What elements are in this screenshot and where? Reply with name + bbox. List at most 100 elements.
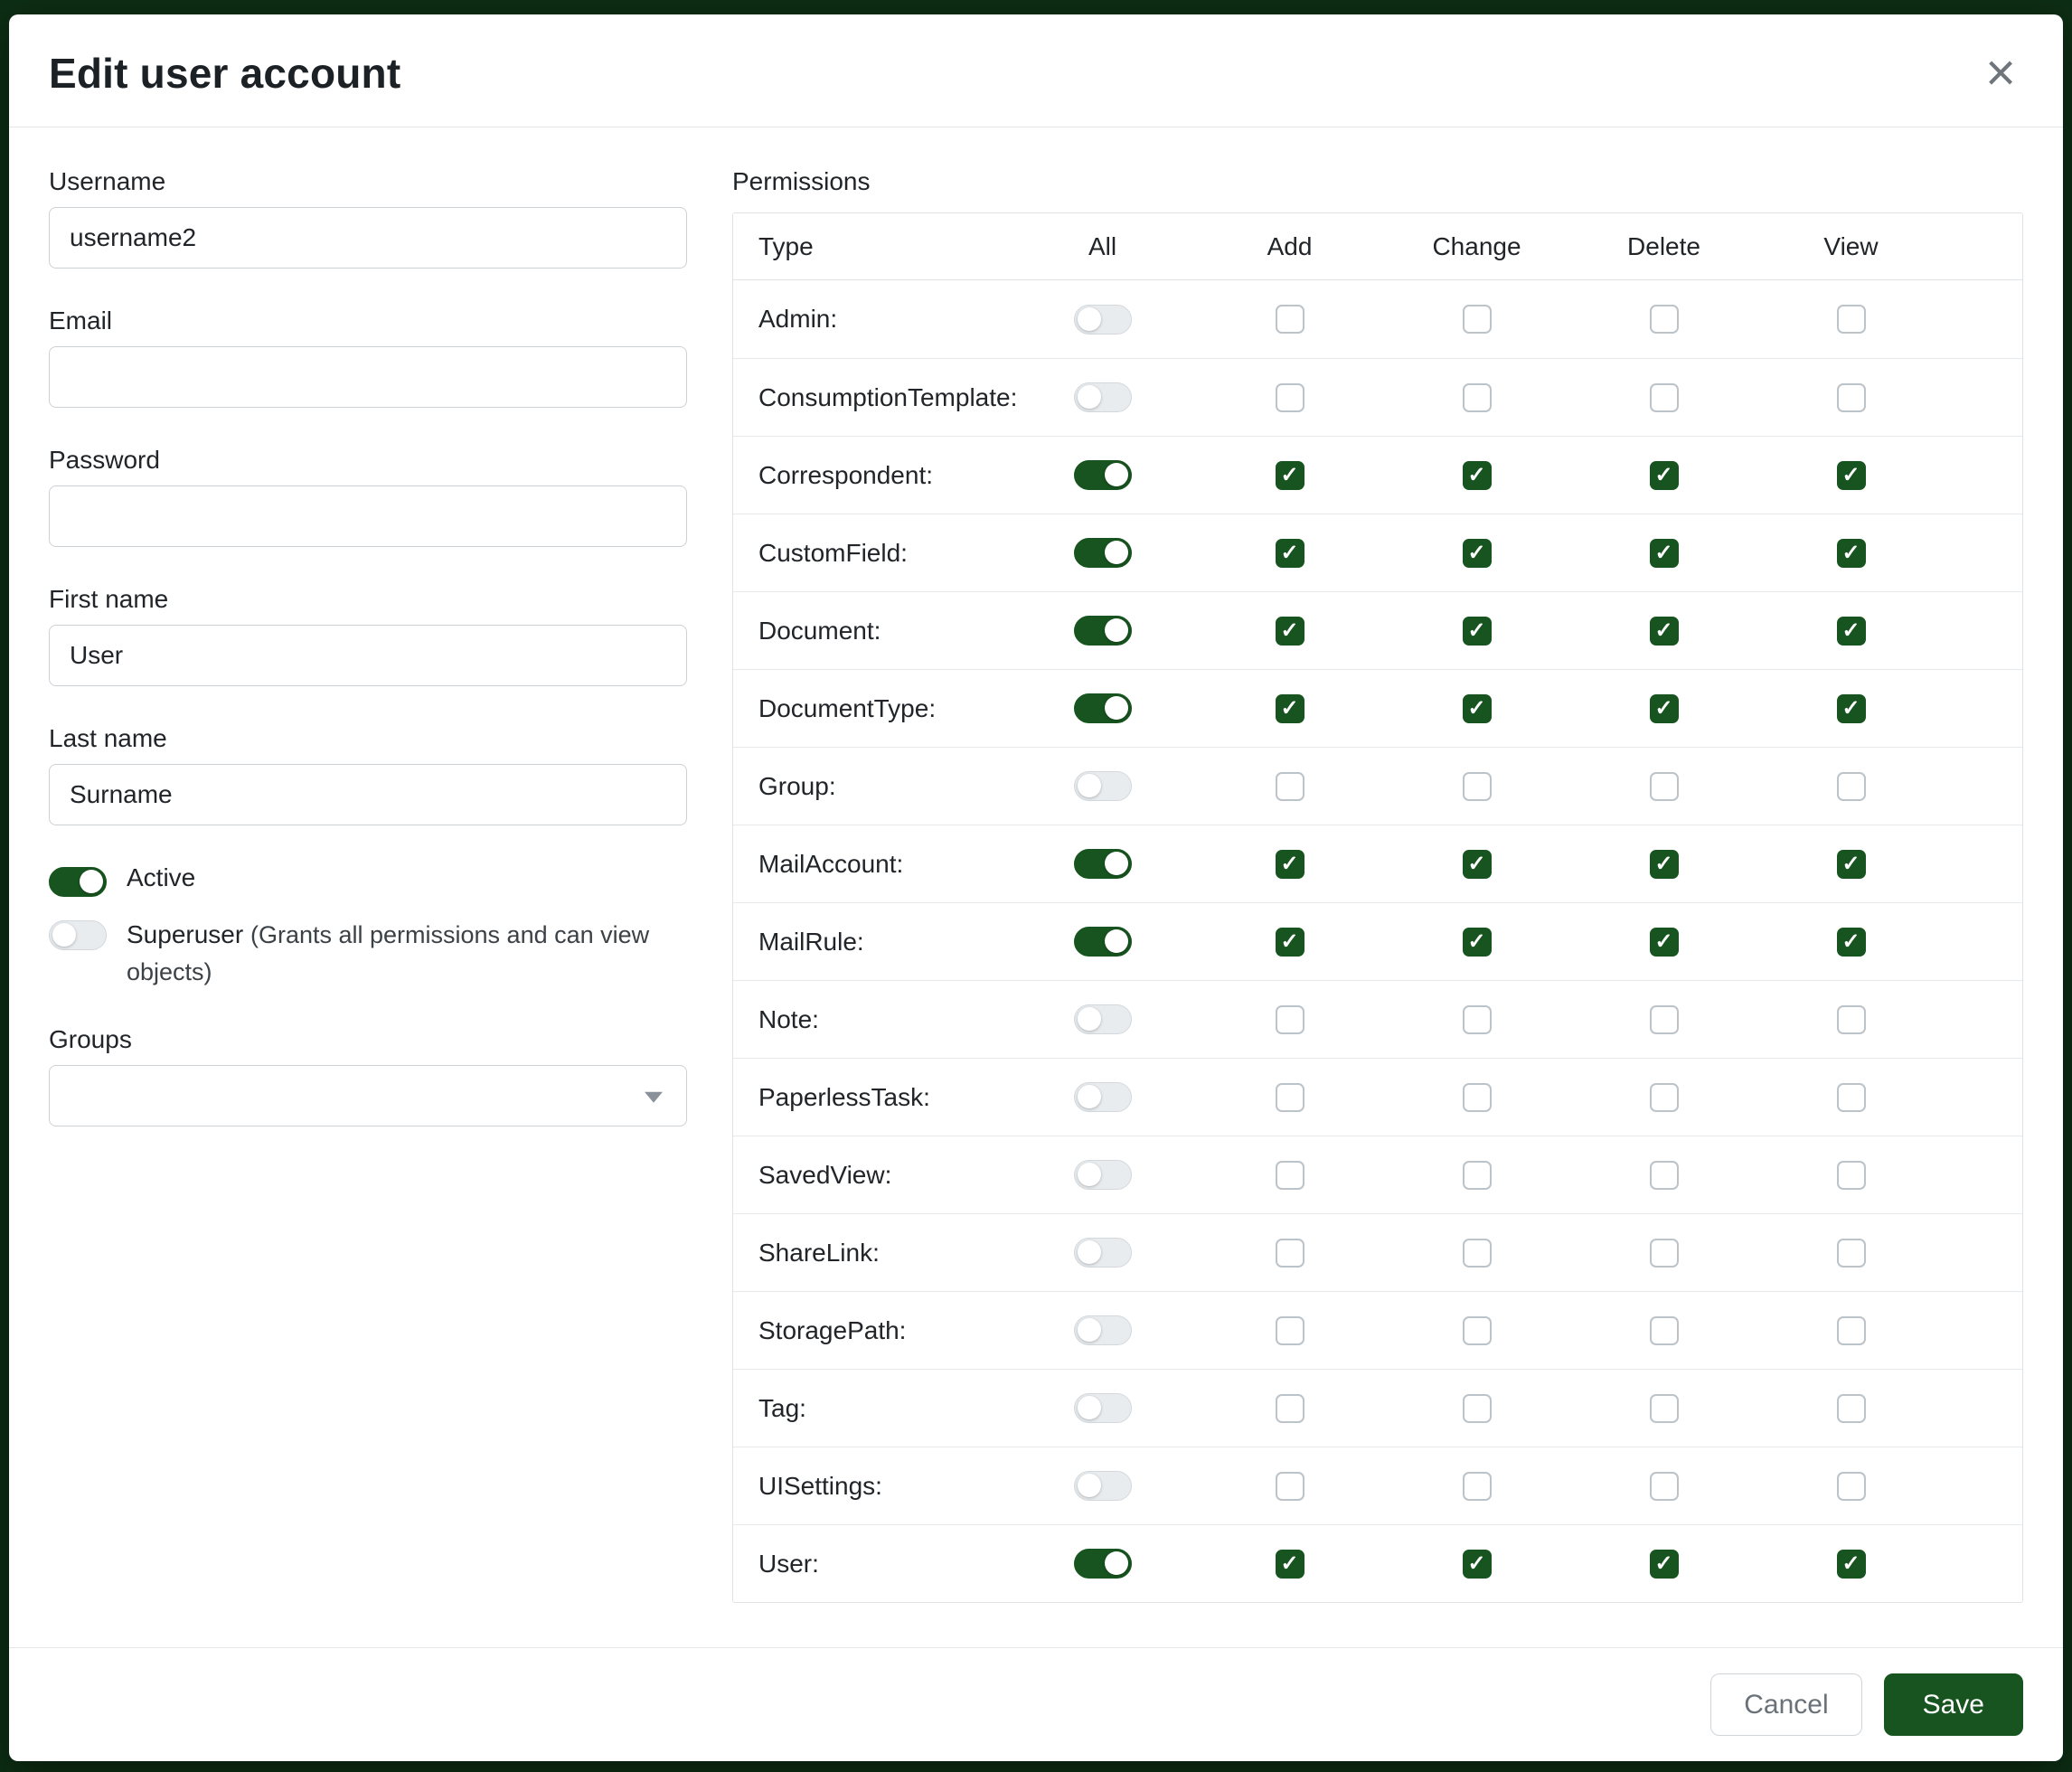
permission-all-toggle[interactable]: [1074, 1315, 1132, 1345]
permission-all-toggle[interactable]: [1074, 1238, 1132, 1268]
permission-change-checkbox[interactable]: [1463, 1005, 1492, 1034]
save-button[interactable]: Save: [1884, 1673, 2023, 1736]
permission-view-checkbox[interactable]: [1837, 1083, 1866, 1112]
permission-add-checkbox[interactable]: [1276, 1394, 1304, 1423]
permissions-section: Permissions Type All Add Change Delete V…: [732, 167, 2023, 1603]
permission-delete-checkbox[interactable]: [1650, 1550, 1679, 1579]
permission-add-checkbox[interactable]: [1276, 928, 1304, 957]
permission-all-toggle[interactable]: [1074, 1471, 1132, 1501]
permission-add-checkbox[interactable]: [1276, 1005, 1304, 1034]
permission-delete-checkbox[interactable]: [1650, 383, 1679, 412]
permission-delete-checkbox[interactable]: [1650, 1239, 1679, 1268]
permission-change-checkbox[interactable]: [1463, 1316, 1492, 1345]
username-input[interactable]: [49, 207, 687, 269]
permission-view-checkbox[interactable]: [1837, 1005, 1866, 1034]
permission-delete-checkbox[interactable]: [1650, 1394, 1679, 1423]
permission-add-checkbox[interactable]: [1276, 539, 1304, 568]
permission-change-checkbox[interactable]: [1463, 928, 1492, 957]
cancel-button[interactable]: Cancel: [1710, 1673, 1861, 1736]
permission-add-checkbox[interactable]: [1276, 694, 1304, 723]
permission-all-toggle[interactable]: [1074, 1160, 1132, 1190]
permission-add-checkbox[interactable]: [1276, 1083, 1304, 1112]
permission-view-checkbox[interactable]: [1837, 383, 1866, 412]
permission-delete-checkbox[interactable]: [1650, 617, 1679, 646]
permission-view-checkbox[interactable]: [1837, 1550, 1866, 1579]
permission-change-checkbox[interactable]: [1463, 383, 1492, 412]
permission-view-checkbox[interactable]: [1837, 1316, 1866, 1345]
permission-view-checkbox[interactable]: [1837, 1472, 1866, 1501]
permission-all-toggle[interactable]: [1074, 1549, 1132, 1579]
close-icon[interactable]: ×: [1978, 49, 2023, 98]
permission-view-checkbox[interactable]: [1837, 1239, 1866, 1268]
permission-type-label: ShareLink:: [733, 1239, 1009, 1268]
email-input[interactable]: [49, 346, 687, 408]
permission-change-checkbox[interactable]: [1463, 850, 1492, 879]
permission-delete-checkbox[interactable]: [1650, 772, 1679, 801]
active-label: Active: [127, 863, 195, 892]
permission-delete-checkbox[interactable]: [1650, 1472, 1679, 1501]
permission-add-checkbox[interactable]: [1276, 1239, 1304, 1268]
permission-change-checkbox[interactable]: [1463, 694, 1492, 723]
permission-change-checkbox[interactable]: [1463, 1239, 1492, 1268]
permission-delete-checkbox[interactable]: [1650, 539, 1679, 568]
permission-delete-checkbox[interactable]: [1650, 1161, 1679, 1190]
permission-all-toggle[interactable]: [1074, 1004, 1132, 1034]
permission-all-toggle[interactable]: [1074, 616, 1132, 646]
permission-add-checkbox[interactable]: [1276, 305, 1304, 334]
permission-delete-checkbox[interactable]: [1650, 305, 1679, 334]
permission-change-checkbox[interactable]: [1463, 1161, 1492, 1190]
permission-view-checkbox[interactable]: [1837, 772, 1866, 801]
permission-change-checkbox[interactable]: [1463, 539, 1492, 568]
permission-change-checkbox[interactable]: [1463, 617, 1492, 646]
last-name-input[interactable]: [49, 764, 687, 825]
permission-all-toggle[interactable]: [1074, 305, 1132, 335]
permission-all-toggle[interactable]: [1074, 1082, 1132, 1112]
permission-view-checkbox[interactable]: [1837, 850, 1866, 879]
permission-add-checkbox[interactable]: [1276, 850, 1304, 879]
permission-all-toggle[interactable]: [1074, 382, 1132, 412]
permission-view-checkbox[interactable]: [1837, 1394, 1866, 1423]
permission-view-checkbox[interactable]: [1837, 461, 1866, 490]
permission-view-checkbox[interactable]: [1837, 305, 1866, 334]
permission-all-toggle[interactable]: [1074, 771, 1132, 801]
permission-view-checkbox[interactable]: [1837, 617, 1866, 646]
permission-all-toggle[interactable]: [1074, 538, 1132, 568]
groups-select[interactable]: [49, 1065, 687, 1126]
permission-add-checkbox[interactable]: [1276, 1472, 1304, 1501]
permission-delete-checkbox[interactable]: [1650, 928, 1679, 957]
permission-row: Correspondent:: [733, 436, 2022, 514]
permission-view-checkbox[interactable]: [1837, 1161, 1866, 1190]
permission-delete-checkbox[interactable]: [1650, 1083, 1679, 1112]
active-toggle[interactable]: [49, 867, 107, 897]
permission-view-checkbox[interactable]: [1837, 928, 1866, 957]
permission-all-toggle[interactable]: [1074, 460, 1132, 490]
permission-change-checkbox[interactable]: [1463, 1472, 1492, 1501]
permission-add-checkbox[interactable]: [1276, 617, 1304, 646]
permission-change-checkbox[interactable]: [1463, 772, 1492, 801]
permission-add-checkbox[interactable]: [1276, 1161, 1304, 1190]
first-name-input[interactable]: [49, 625, 687, 686]
permission-all-toggle[interactable]: [1074, 1393, 1132, 1423]
permission-view-checkbox[interactable]: [1837, 694, 1866, 723]
permission-change-checkbox[interactable]: [1463, 1394, 1492, 1423]
permission-all-toggle[interactable]: [1074, 927, 1132, 957]
permission-add-checkbox[interactable]: [1276, 383, 1304, 412]
permission-all-toggle[interactable]: [1074, 693, 1132, 723]
permission-change-checkbox[interactable]: [1463, 461, 1492, 490]
permission-delete-checkbox[interactable]: [1650, 694, 1679, 723]
permission-change-checkbox[interactable]: [1463, 1083, 1492, 1112]
permission-add-checkbox[interactable]: [1276, 461, 1304, 490]
permission-delete-checkbox[interactable]: [1650, 461, 1679, 490]
permission-all-toggle[interactable]: [1074, 849, 1132, 879]
permission-delete-checkbox[interactable]: [1650, 1316, 1679, 1345]
permission-add-checkbox[interactable]: [1276, 1316, 1304, 1345]
permission-view-checkbox[interactable]: [1837, 539, 1866, 568]
permission-change-checkbox[interactable]: [1463, 305, 1492, 334]
password-input[interactable]: [49, 485, 687, 547]
permission-delete-checkbox[interactable]: [1650, 850, 1679, 879]
permission-add-checkbox[interactable]: [1276, 1550, 1304, 1579]
permission-change-checkbox[interactable]: [1463, 1550, 1492, 1579]
superuser-toggle[interactable]: [49, 920, 107, 950]
permission-add-checkbox[interactable]: [1276, 772, 1304, 801]
permission-delete-checkbox[interactable]: [1650, 1005, 1679, 1034]
